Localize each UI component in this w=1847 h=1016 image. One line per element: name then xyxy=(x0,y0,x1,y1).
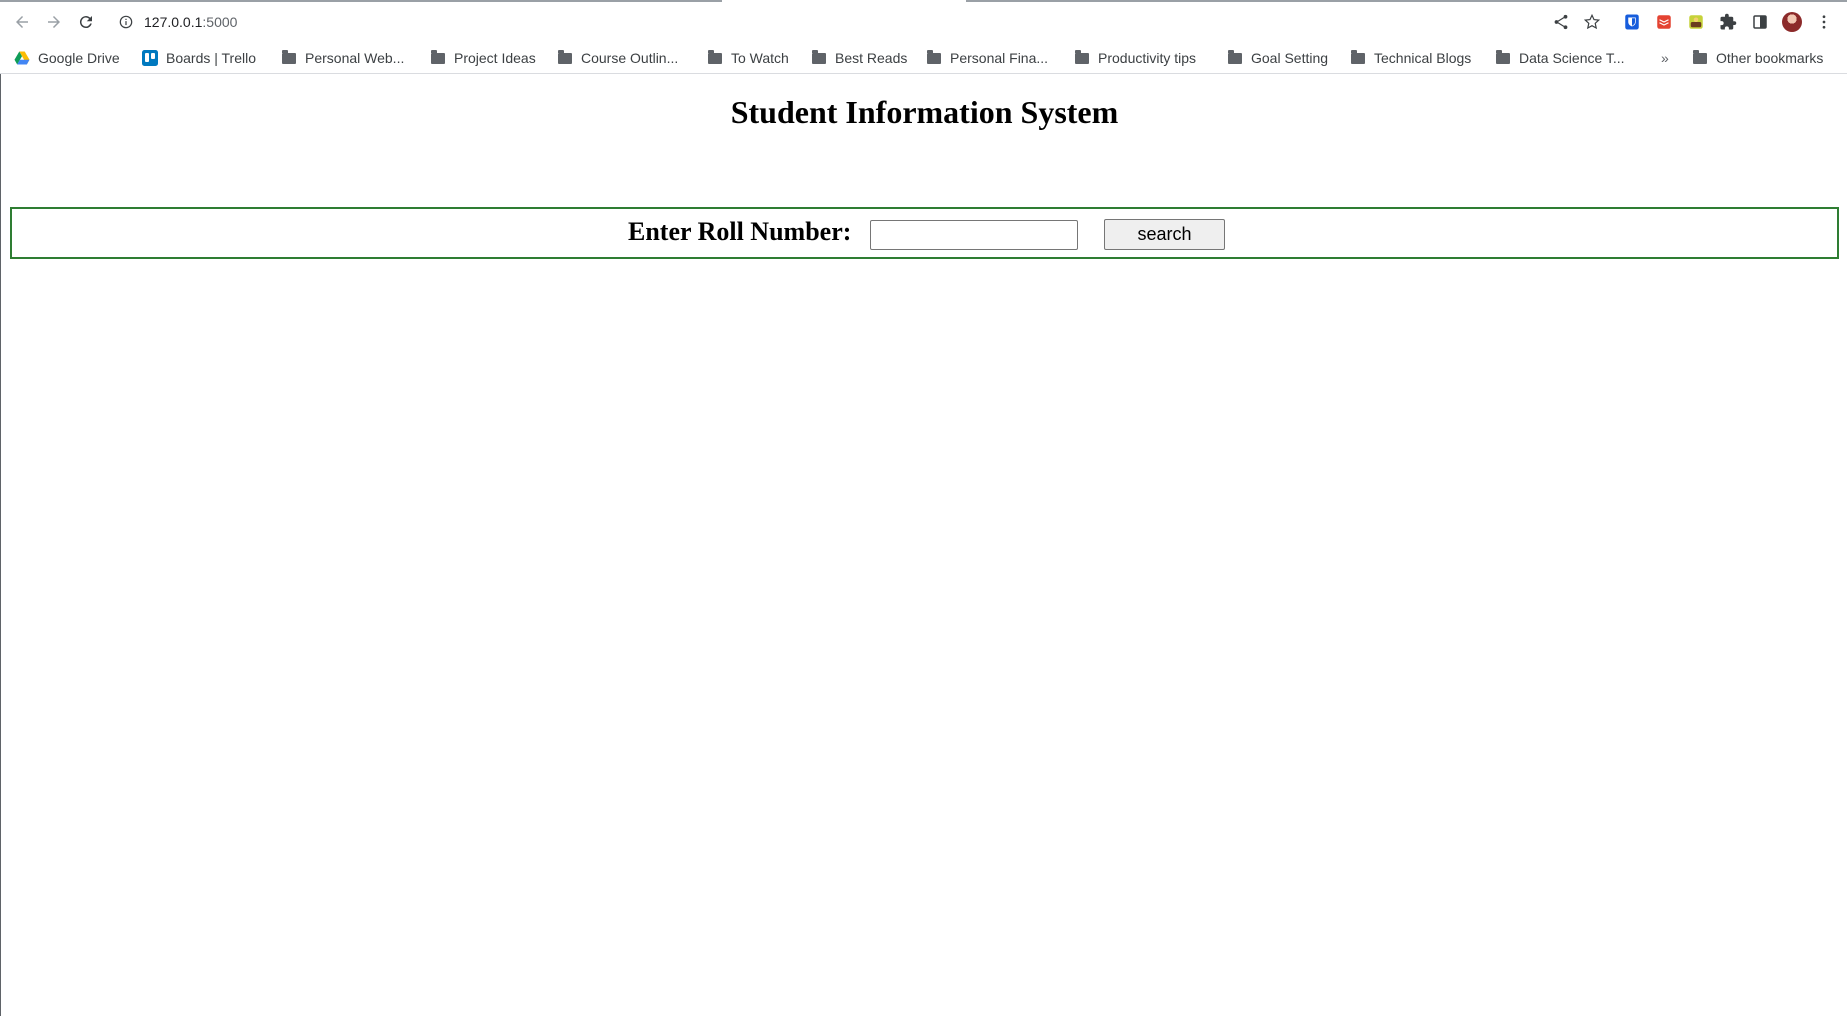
bookmarks-bar: Google Drive Boards | Trello Personal We… xyxy=(0,44,1847,74)
reload-icon xyxy=(79,16,92,29)
page-title: Student Information System xyxy=(730,94,1119,130)
bookmark-best-reads[interactable]: Best Reads xyxy=(811,46,907,70)
folder-icon xyxy=(707,49,723,66)
bookmark-project-ideas[interactable]: Project Ideas xyxy=(430,46,536,70)
bookmarks-overflow-chevron[interactable]: » xyxy=(1661,46,1669,70)
bitwarden-icon xyxy=(1625,14,1639,30)
info-icon[interactable] xyxy=(118,14,134,30)
bookmark-trello[interactable]: Boards | Trello xyxy=(142,46,256,70)
browser-menu-button[interactable] xyxy=(1812,10,1836,34)
bookmark-personal-web[interactable]: Personal Web... xyxy=(281,46,404,70)
puzzle-icon xyxy=(1720,13,1737,30)
browser-chrome: 127.0.0.1:5000 Google Drive Boards | Tre… xyxy=(0,0,1847,74)
side-panel-button[interactable] xyxy=(1748,10,1772,34)
share-icon xyxy=(1554,14,1568,30)
bookmark-data-science[interactable]: Data Science T... xyxy=(1495,46,1625,70)
bookmark-technical-blogs[interactable]: Technical Blogs xyxy=(1350,46,1471,70)
arrow-right-icon xyxy=(48,16,60,28)
folder-icon xyxy=(811,49,827,66)
extensions-button[interactable] xyxy=(1716,10,1740,34)
bookmark-productivity-tips[interactable]: Productivity tips xyxy=(1074,46,1196,70)
bookmark-course-outline[interactable]: Course Outlin... xyxy=(557,46,678,70)
pocket-extension[interactable] xyxy=(1684,10,1708,34)
folder-icon xyxy=(926,49,942,66)
folder-icon xyxy=(557,49,573,66)
bookmark-goal-setting[interactable]: Goal Setting xyxy=(1227,46,1328,70)
bookmark-personal-finance[interactable]: Personal Fina... xyxy=(926,46,1048,70)
url-text: 127.0.0.1:5000 xyxy=(144,14,238,30)
roll-search-panel: Enter Roll Number: search xyxy=(10,207,1839,259)
todoist-extension[interactable] xyxy=(1652,10,1676,34)
page-content: Student Information System Enter Roll Nu… xyxy=(0,74,1847,1016)
folder-icon xyxy=(1074,49,1090,66)
back-button[interactable] xyxy=(8,8,36,36)
roll-number-label: Enter Roll Number: xyxy=(628,217,852,246)
folder-icon xyxy=(1495,49,1511,66)
arrow-left-icon xyxy=(16,16,28,28)
address-bar[interactable]: 127.0.0.1:5000 xyxy=(112,8,1532,36)
browser-toolbar: 127.0.0.1:5000 xyxy=(0,0,1847,44)
folder-icon xyxy=(1227,49,1243,66)
bookmark-star-button[interactable] xyxy=(1580,10,1604,34)
trello-icon xyxy=(142,50,158,66)
bitwarden-extension[interactable] xyxy=(1620,10,1644,34)
todoist-icon xyxy=(1657,15,1671,29)
side-panel-icon xyxy=(1753,15,1767,29)
roll-number-input[interactable] xyxy=(870,220,1078,250)
share-button[interactable] xyxy=(1549,10,1573,34)
avatar xyxy=(1782,12,1802,32)
profile-button[interactable] xyxy=(1780,10,1804,34)
folder-icon xyxy=(281,49,297,66)
folder-icon xyxy=(1350,49,1366,66)
bookmark-to-watch[interactable]: To Watch xyxy=(707,46,789,70)
folder-icon xyxy=(430,49,446,66)
extension-badge-icon xyxy=(1689,15,1703,29)
folder-icon xyxy=(1692,49,1708,66)
bookmark-google-drive[interactable]: Google Drive xyxy=(14,46,120,70)
google-drive-icon xyxy=(14,50,30,66)
star-icon xyxy=(1583,13,1601,30)
bookmark-other-bookmarks[interactable]: Other bookmarks xyxy=(1692,46,1823,70)
more-vert-icon xyxy=(1822,15,1826,29)
reload-button[interactable] xyxy=(72,8,100,36)
search-button[interactable]: search xyxy=(1104,219,1225,250)
forward-button[interactable] xyxy=(40,8,68,36)
